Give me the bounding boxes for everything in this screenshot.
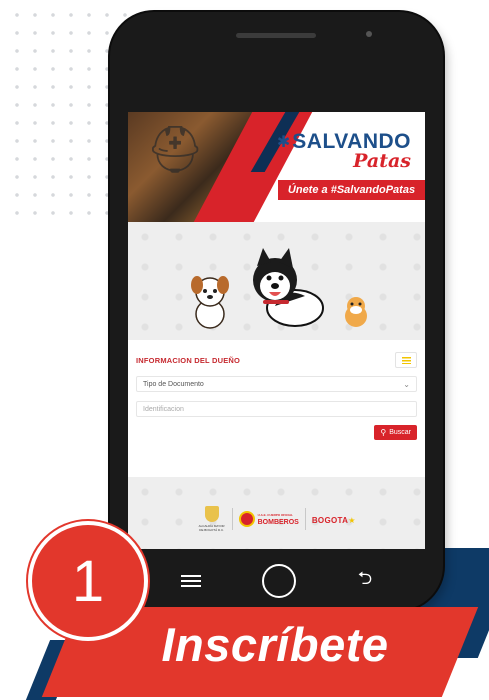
hamster-illustration [345,297,367,327]
phone-mockup: ⛑ ✱SALVANDO Patas Únete a #SalvandoPatas [110,12,443,610]
phone-nav-bar: ⮌ [110,552,443,610]
chevron-down-icon: ⌄ [403,379,410,389]
phone-camera [366,31,372,37]
header-banner: ⛑ ✱SALVANDO Patas Únete a #SalvandoPatas [128,112,425,222]
bogota-text: BOGOTA [311,516,349,525]
list-button[interactable] [395,352,417,368]
document-type-value: Tipo de Documento [143,380,204,388]
alcaldia-logo: ALCALDÍA MAYOR DE BOGOTÁ D.C. [198,506,226,532]
footer-logos: ALCALDÍA MAYOR DE BOGOTÁ D.C. U.A.E. CUE… [128,477,425,549]
search-button-label: Buscar [389,429,411,436]
identification-placeholder: Identificacion [143,405,184,413]
pets-hero [128,222,425,340]
alcaldia-text: ALCALDÍA MAYOR DE BOGOTÁ D.C. [198,524,225,532]
star-icon: ★ [348,516,356,525]
owner-info-form: INFORMACION DEL DUEÑO Tipo de Documento … [128,340,425,477]
bomberos-logo: U.A.E. CUERPO OFICIAL BOMBEROS [238,511,299,527]
jack-russell-dog-illustration [191,276,229,329]
bomberos-badge-icon [238,511,255,527]
form-header: INFORMACION DEL DUEÑO [136,352,417,368]
paw-icon: ✱ [276,134,291,151]
search-button[interactable]: ⚲ Buscar [374,425,417,440]
app-screen: ⛑ ✱SALVANDO Patas Únete a #SalvandoPatas [128,112,425,549]
step-title: Inscríbete [161,618,389,671]
document-type-select[interactable]: Tipo de Documento ⌄ [136,376,417,392]
salvando-patas-logo: ✱SALVANDO Patas [277,130,411,172]
husky-dog-illustration [253,248,324,327]
home-button-icon[interactable] [262,564,297,598]
menu-icon[interactable] [180,575,201,587]
back-icon[interactable]: ⮌ [358,566,372,596]
logo-sub-text: Patas [353,150,411,172]
step-number: 1 [71,548,105,614]
button-row: ⚲ Buscar [136,425,417,440]
identification-input[interactable]: Identificacion [136,401,417,417]
bomberos-line2: BOMBEROS [257,519,299,526]
list-icon [401,356,411,364]
search-icon: ⚲ [380,428,387,437]
bomberos-text: U.A.E. CUERPO OFICIAL BOMBEROS [258,511,299,527]
logo-separator [304,508,306,530]
logo-separator [231,508,233,530]
step-number-badge: 1 [28,521,148,641]
section-title: INFORMACION DEL DUEÑO [136,355,241,365]
bogota-shield-icon [204,506,219,522]
bogota-logo: BOGOTA★ [312,510,356,528]
bomberos-line1: U.A.E. CUERPO OFICIAL [257,513,293,517]
slogan-bar: Únete a #SalvandoPatas [278,180,425,200]
firefighter-icon: ⛑ [146,123,205,175]
phone-speaker [236,33,316,38]
